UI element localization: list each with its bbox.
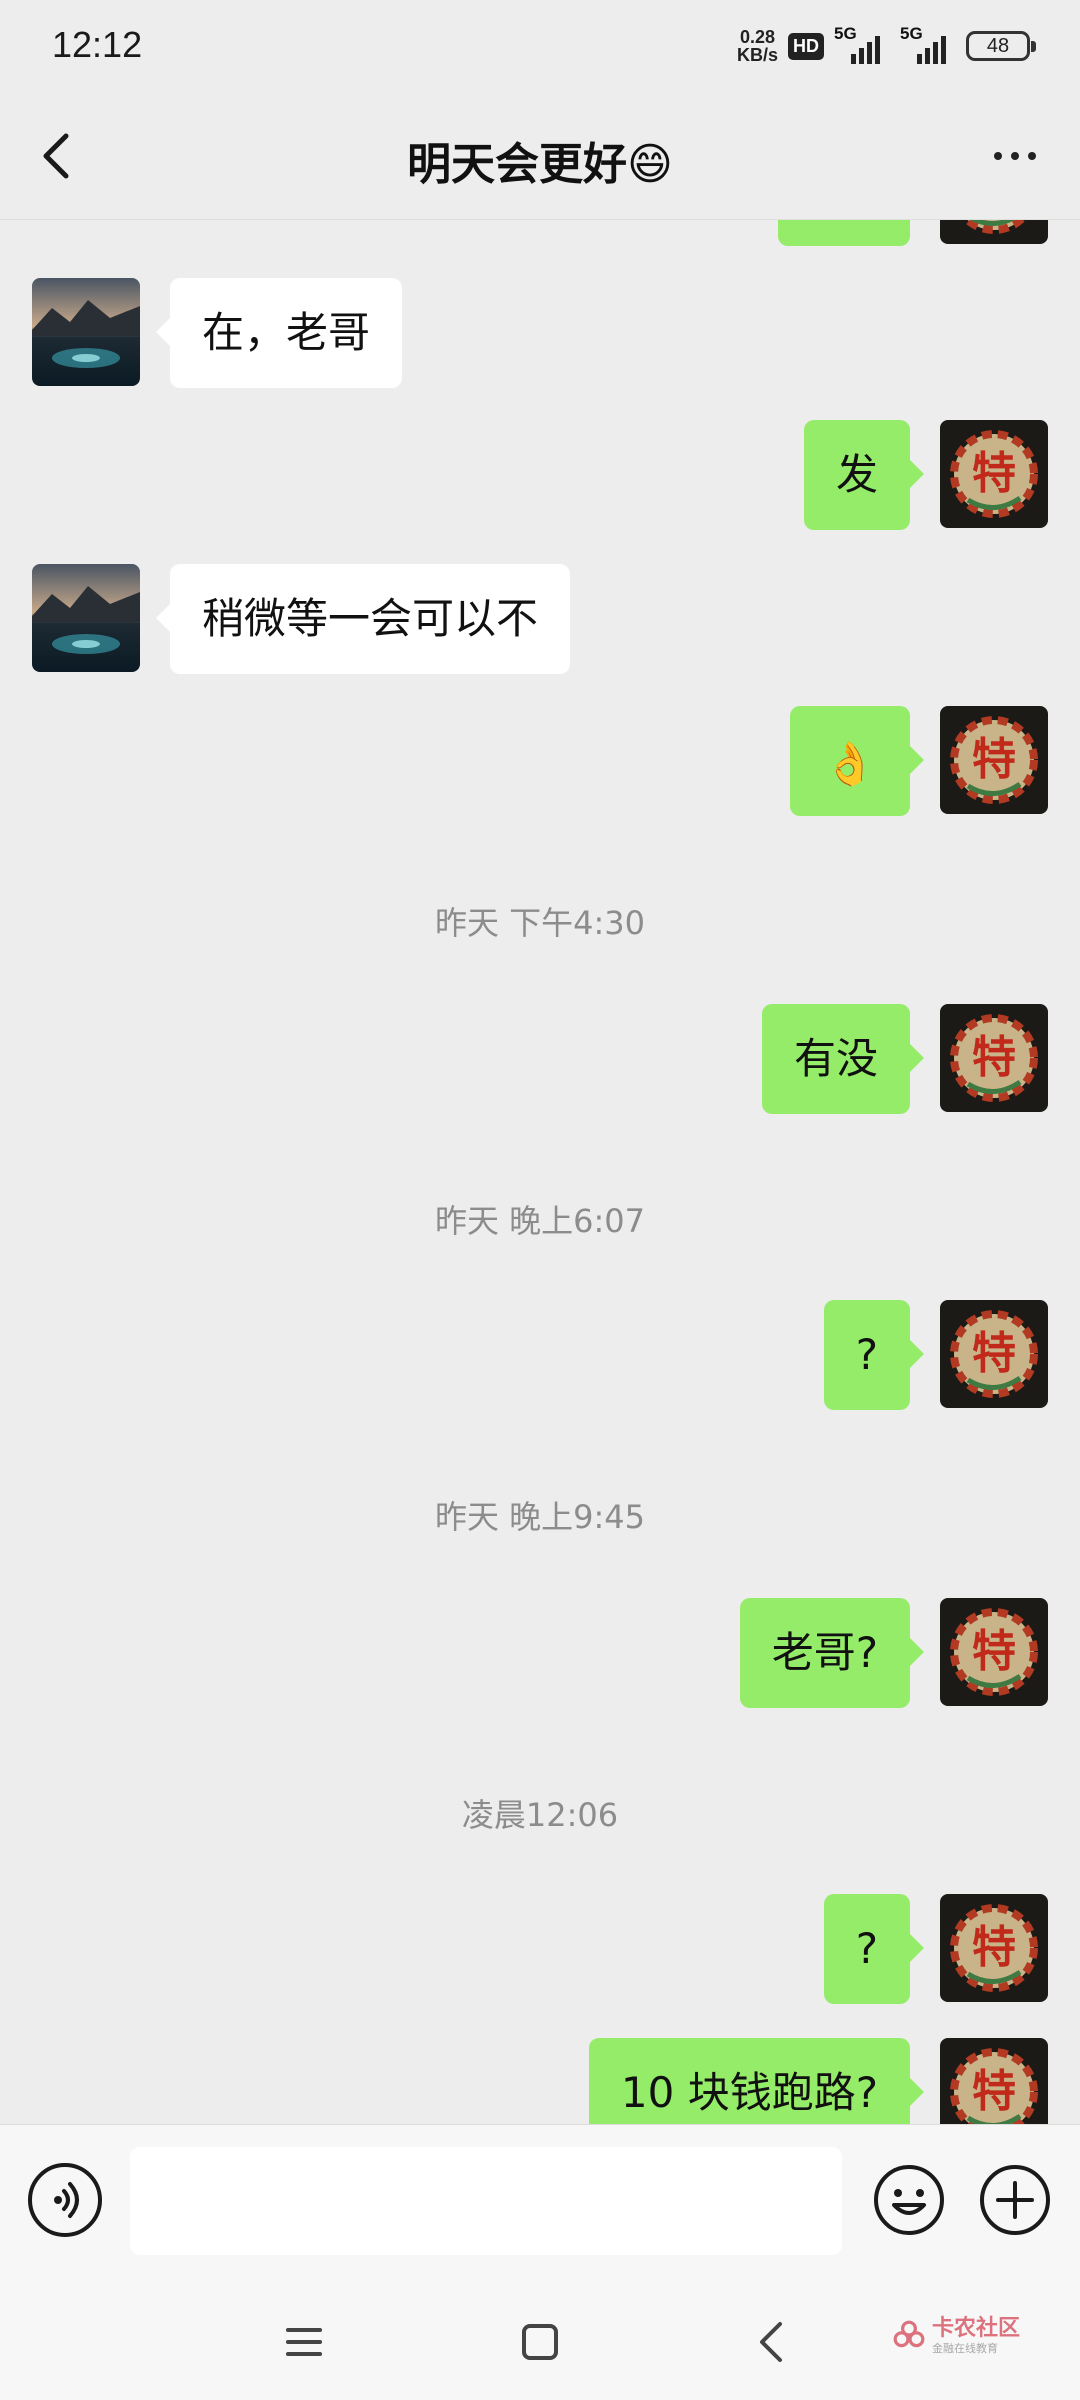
message-bubble[interactable]: 10 块钱跑路? <box>588 2038 925 2124</box>
more-dots-icon <box>994 152 1002 160</box>
menu-icon <box>286 2328 322 2356</box>
message-bubble[interactable]: 发 <box>803 420 925 530</box>
signal-icon: 5G <box>834 24 890 64</box>
message-bubble[interactable]: 稍微等一会可以不 <box>155 564 571 674</box>
watermark-subtitle: 金融在线教育 <box>931 2342 998 2355</box>
timestamp: 昨天 晚上6:07 <box>434 1202 646 1240</box>
contact-avatar[interactable] <box>32 564 140 672</box>
self-avatar[interactable]: 特 <box>940 1300 1048 1408</box>
status-bar: 12:12 0.28 KB/s HD 5G 5G 48 <box>0 0 1080 92</box>
smiley-icon <box>874 2165 944 2235</box>
system-nav-bar: 卡农社区 金融在线教育 <box>0 2280 1080 2400</box>
self-avatar[interactable]: 特 <box>940 420 1048 528</box>
system-back-button[interactable] <box>740 2310 804 2374</box>
plus-button[interactable] <box>978 2163 1052 2237</box>
svg-text:特: 特 <box>972 2066 1016 2117</box>
home-square-icon <box>522 2324 558 2360</box>
chat-header: 明天会更好😄 <box>0 92 1080 220</box>
voice-icon <box>54 2182 79 2218</box>
signal-icon: 5G <box>900 24 956 64</box>
landscape-avatar-icon <box>32 564 140 672</box>
plus-icon <box>980 2165 1050 2235</box>
status-time: 12:12 <box>52 24 143 65</box>
dragon-avatar-icon: 特 <box>940 1300 1048 1408</box>
dragon-avatar-icon: 特 <box>940 2038 1048 2124</box>
svg-text:特: 特 <box>972 1922 1016 1973</box>
dragon-avatar-icon: 特 <box>940 706 1048 814</box>
message-bubble[interactable]: 老哥? <box>739 1598 925 1708</box>
watermark-title: 卡农社区 <box>931 2316 1020 2341</box>
network-speed: 0.28 KB/s <box>736 27 778 65</box>
message-bubble[interactable]: ? <box>823 1300 925 1410</box>
ok-hand-icon: 👌 <box>823 738 876 788</box>
emoji-message-bubble[interactable]: 👌 <box>789 706 925 816</box>
timestamp: 昨天 下午4:30 <box>434 904 646 942</box>
timestamp: 昨天 晚上9:45 <box>434 1498 646 1536</box>
timestamp: 凌晨12:06 <box>461 1796 619 1834</box>
svg-text:特: 特 <box>972 1626 1016 1677</box>
emoji-button[interactable] <box>872 2163 946 2237</box>
dragon-avatar-icon: 特 <box>940 1598 1048 1706</box>
back-triangle-icon <box>760 2322 782 2362</box>
self-avatar[interactable]: 特 <box>940 1598 1048 1706</box>
message-bubble[interactable]: 有没 <box>761 1004 925 1114</box>
dragon-avatar-icon: 特 <box>940 1894 1048 2002</box>
dragon-avatar-icon: 特 <box>940 220 1048 244</box>
landscape-avatar-icon <box>32 278 140 386</box>
input-bar <box>0 2124 1080 2280</box>
flower-logo-icon <box>893 2320 925 2348</box>
status-icons: 0.28 KB/s HD 5G 5G 48 <box>736 22 1036 70</box>
watermark: 卡农社区 金融在线教育 <box>892 2318 1020 2354</box>
self-avatar[interactable]: 特 <box>940 706 1048 814</box>
self-avatar[interactable]: 特 <box>940 1004 1048 1112</box>
voice-button[interactable] <box>28 2163 102 2237</box>
message-bubble[interactable] <box>778 220 910 246</box>
chat-messages[interactable]: 特 在，老哥 发 <box>0 220 1080 2124</box>
svg-text:特: 特 <box>972 448 1016 499</box>
message-bubble[interactable]: 在，老哥 <box>155 278 403 388</box>
contact-avatar[interactable] <box>32 278 140 386</box>
self-avatar[interactable]: 特 <box>940 1894 1048 2002</box>
battery-icon: 48 <box>966 31 1036 61</box>
dragon-avatar-icon: 特 <box>940 1004 1048 1112</box>
chat-title: 明天会更好😄 <box>407 139 673 190</box>
svg-text:特: 特 <box>972 734 1016 785</box>
message-bubble[interactable]: ? <box>823 1894 925 2004</box>
svg-text:特: 特 <box>972 1328 1016 1379</box>
self-avatar[interactable]: 特 <box>940 2038 1048 2124</box>
hd-badge: HD <box>788 32 824 60</box>
dragon-avatar-icon: 特 <box>940 420 1048 528</box>
home-button[interactable] <box>508 2310 572 2374</box>
recent-apps-button[interactable] <box>272 2310 336 2374</box>
message-input[interactable] <box>130 2147 842 2255</box>
self-avatar[interactable]: 特 <box>940 220 1048 244</box>
more-button[interactable] <box>980 128 1050 184</box>
svg-text:特: 特 <box>972 1032 1016 1083</box>
